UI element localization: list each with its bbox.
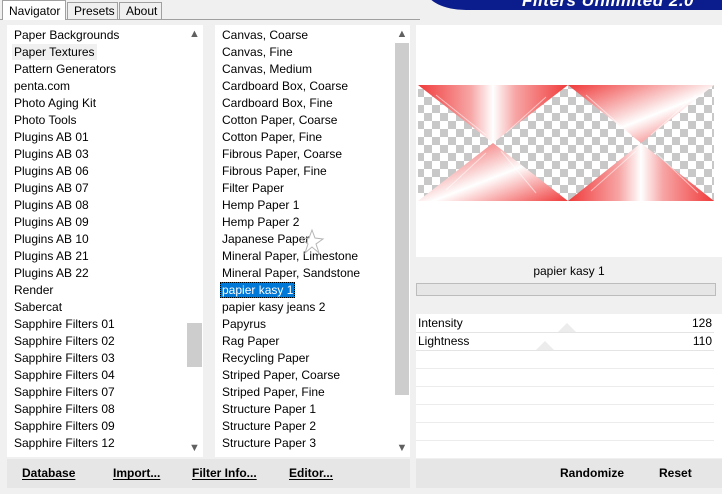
randomize-button[interactable]: Randomize (560, 459, 624, 488)
left-button-bar: Database Import... Filter Info... Editor… (7, 459, 410, 488)
parameter-panel: Intensity 128 Lightness 110 (416, 314, 722, 458)
list-item[interactable]: Rag Paper (222, 333, 279, 349)
list-item[interactable]: Photo Tools (14, 112, 77, 128)
list-item[interactable]: Mineral Paper, Sandstone (222, 265, 360, 281)
list-item[interactable]: Cotton Paper, Fine (222, 129, 322, 145)
list-item[interactable]: Sapphire Filters 08 (14, 401, 115, 417)
list-item[interactable]: Sapphire Filters 03 (14, 350, 115, 366)
list-item[interactable]: Plugins AB 06 (14, 163, 89, 179)
list-item[interactable]: Striped Paper, Coarse (222, 367, 340, 383)
reset-button[interactable]: Reset (659, 459, 692, 488)
param-value: 110 (692, 334, 712, 348)
progress-bar (416, 283, 716, 296)
list-item[interactable]: Filter Paper (222, 180, 284, 196)
list-item[interactable]: Cardboard Box, Fine (222, 95, 333, 111)
divider (416, 404, 714, 405)
chevron-up-icon[interactable]: ▲ (394, 26, 410, 43)
list-item[interactable]: Plugins AB 22 (14, 265, 89, 281)
list-item[interactable]: Hemp Paper 1 (222, 197, 299, 213)
list-item[interactable]: Paper Backgrounds (14, 27, 119, 43)
slider-thumb[interactable] (558, 323, 576, 332)
list-item[interactable]: Sapphire Filters 09 (14, 418, 115, 434)
list-item[interactable]: Sapphire Filters 04 (14, 367, 115, 383)
list-item[interactable]: Recycling Paper (222, 350, 309, 366)
slider-thumb[interactable] (536, 341, 554, 350)
divider (416, 422, 714, 423)
list-item[interactable]: Photo Aging Kit (14, 95, 96, 111)
list-item[interactable]: Structure Paper 1 (222, 401, 316, 417)
list-item[interactable]: Hemp Paper 2 (222, 214, 299, 230)
preview-image (418, 85, 714, 201)
param-label: Lightness (418, 334, 470, 348)
filter-info-button[interactable]: Filter Info... (192, 459, 257, 488)
list-item[interactable]: Sabercat (14, 299, 62, 315)
param-intensity[interactable]: Intensity 128 (416, 315, 714, 333)
chevron-down-icon[interactable]: ▼ (186, 440, 203, 457)
list-item[interactable]: Sapphire Filters 12 (14, 435, 115, 451)
list-item[interactable]: penta.com (14, 78, 70, 94)
list-item[interactable]: Plugins AB 21 (14, 248, 89, 264)
chevron-up-icon[interactable]: ▲ (186, 26, 203, 43)
list-item[interactable]: Canvas, Coarse (222, 27, 308, 43)
list-item[interactable]: Striped Paper, Fine (222, 384, 325, 400)
list-item[interactable]: Sapphire Filters 02 (14, 333, 115, 349)
list-item[interactable]: Canvas, Medium (222, 61, 312, 77)
list-item[interactable]: papier kasy 1 (220, 282, 296, 298)
param-value: 128 (691, 316, 712, 330)
list-item[interactable]: Sapphire Filters 07 (14, 384, 115, 400)
list-item[interactable]: Render (14, 282, 53, 298)
list-item[interactable]: Cardboard Box, Coarse (222, 78, 348, 94)
list-item[interactable]: Fibrous Paper, Fine (222, 163, 327, 179)
divider (416, 440, 714, 441)
list-item[interactable]: Sapphire Filters 01 (14, 316, 115, 332)
param-lightness[interactable]: Lightness 110 (416, 333, 714, 351)
tab-strip: Navigator Presets About (0, 0, 420, 20)
category-scroll-thumb[interactable] (187, 323, 202, 367)
brand-title: Filters Unlimited 2.0 (521, 0, 694, 10)
list-item[interactable]: Plugins AB 01 (14, 129, 89, 145)
tab-about[interactable]: About (119, 2, 162, 19)
divider (416, 386, 714, 387)
list-item[interactable]: Pattern Generators (14, 61, 116, 77)
list-item[interactable]: Cotton Paper, Coarse (222, 112, 337, 128)
list-item[interactable]: Plugins AB 09 (14, 214, 89, 230)
list-item[interactable]: Structure Paper 2 (222, 418, 316, 434)
filter-scroll-thumb[interactable] (395, 43, 409, 395)
editor-button[interactable]: Editor... (289, 459, 333, 488)
list-item[interactable]: Plugins AB 10 (14, 231, 89, 247)
list-item[interactable]: Plugins AB 07 (14, 180, 89, 196)
category-scrollbar[interactable]: ▲ ▼ (186, 25, 203, 457)
category-list[interactable]: Paper Backgrounds Paper Textures Pattern G… (7, 25, 185, 457)
import-button[interactable]: Import... (113, 459, 160, 488)
list-item[interactable]: Paper Textures (12, 44, 97, 60)
list-item[interactable]: Papyrus (222, 316, 266, 332)
right-button-bar: Randomize Reset (416, 459, 722, 488)
list-item[interactable]: Plugins AB 08 (14, 197, 89, 213)
list-item[interactable]: Plugins AB 03 (14, 146, 89, 162)
preview-panel (416, 25, 722, 257)
watermark-star-icon (299, 228, 325, 255)
selected-filter-name: papier kasy 1 (416, 261, 722, 281)
tab-presets[interactable]: Presets (67, 2, 118, 19)
database-button[interactable]: Database (22, 459, 75, 488)
list-item[interactable]: papier kasy jeans 2 (222, 299, 325, 315)
divider (416, 368, 714, 369)
list-item[interactable]: Structure Paper 3 (222, 435, 316, 451)
brand-banner: Filters Unlimited 2.0 (426, 0, 722, 10)
chevron-down-icon[interactable]: ▼ (394, 440, 410, 457)
list-item[interactable]: Japanese Paper (222, 231, 309, 247)
filter-scrollbar[interactable]: ▲ ▼ (394, 25, 410, 457)
param-label: Intensity (418, 316, 463, 330)
category-list-panel: Paper Backgrounds Paper Textures Pattern G… (7, 25, 203, 457)
list-item[interactable]: Canvas, Fine (222, 44, 293, 60)
tab-navigator[interactable]: Navigator (2, 0, 66, 20)
list-item[interactable]: Fibrous Paper, Coarse (222, 146, 342, 162)
